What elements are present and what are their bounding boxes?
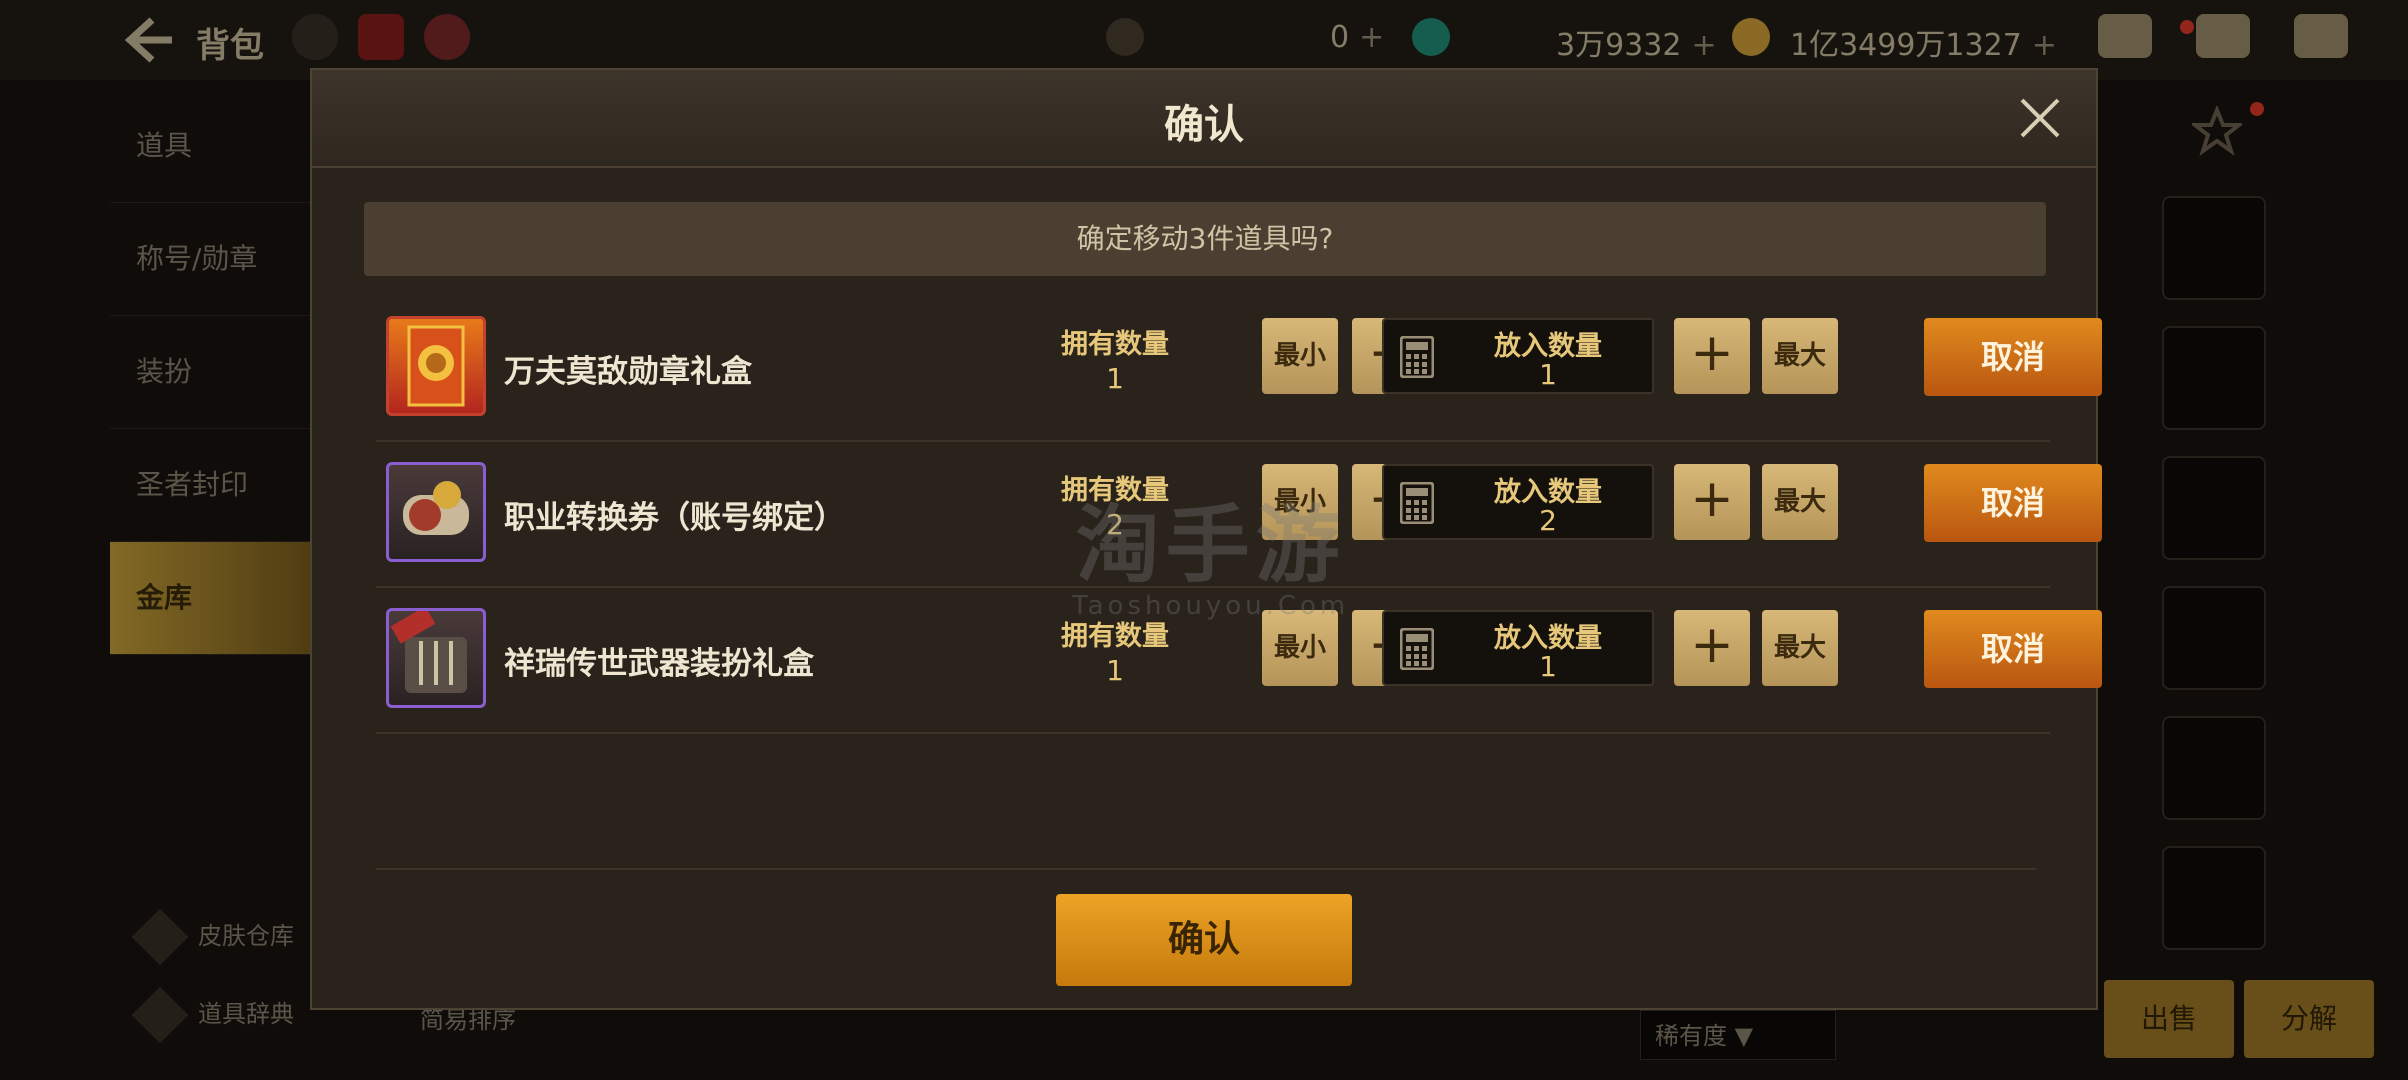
owned-label: 拥有数量 [1061,329,1169,360]
cancel-button[interactable]: 取消 [1924,610,2102,688]
increase-button[interactable]: + [1674,610,1750,686]
min-button[interactable]: 最小 [1262,318,1338,394]
confirm-button[interactable]: 确认 [1056,894,1352,986]
dialog-title: 确认 [1164,102,1244,148]
increase-button[interactable]: + [1674,464,1750,540]
max-button[interactable]: 最大 [1762,464,1838,540]
max-button[interactable]: 最大 [1762,318,1838,394]
item-name: 职业转换券（账号绑定） [504,500,845,536]
min-button[interactable]: 最小 [1262,610,1338,686]
put-value: 1 [1539,650,1557,683]
cancel-button[interactable]: 取消 [1924,464,2102,542]
item-row: 万夫莫敌勋章礼盒 拥有数量 1 最小 − 放入数量 1 + 最大 取消 [376,294,2102,442]
quantity-input[interactable]: 放入数量 2 [1382,464,1654,540]
put-value: 2 [1539,504,1557,537]
medal-box-icon [386,316,486,416]
weapon-box-icon [386,608,486,708]
job-ticket-icon [386,462,486,562]
item-name: 祥瑞传世武器装扮礼盒 [504,646,814,682]
watermark-logo: 淘手游 [1075,496,1346,594]
put-value: 1 [1539,358,1557,391]
cancel-button[interactable]: 取消 [1924,318,2102,396]
close-icon[interactable] [2018,96,2062,140]
watermark: 淘手游 Taoshouyou.Com [1072,478,1349,621]
max-button[interactable]: 最大 [1762,610,1838,686]
quantity-input[interactable]: 放入数量 1 [1382,610,1654,686]
quantity-input[interactable]: 放入数量 1 [1382,318,1654,394]
calculator-icon[interactable] [1400,336,1434,378]
calculator-icon[interactable] [1400,482,1434,524]
owned-value: 1 [1106,362,1124,395]
calculator-icon[interactable] [1400,628,1434,670]
owned-value: 1 [1106,654,1124,687]
increase-button[interactable]: + [1674,318,1750,394]
watermark-url: Taoshouyou.Com [1072,591,1350,621]
dialog-header: 确认 [312,70,2096,168]
dialog-divider [376,868,2036,870]
dialog-prompt: 确定移动3件道具吗? [364,202,2046,276]
item-name: 万夫莫敌勋章礼盒 [504,354,752,390]
